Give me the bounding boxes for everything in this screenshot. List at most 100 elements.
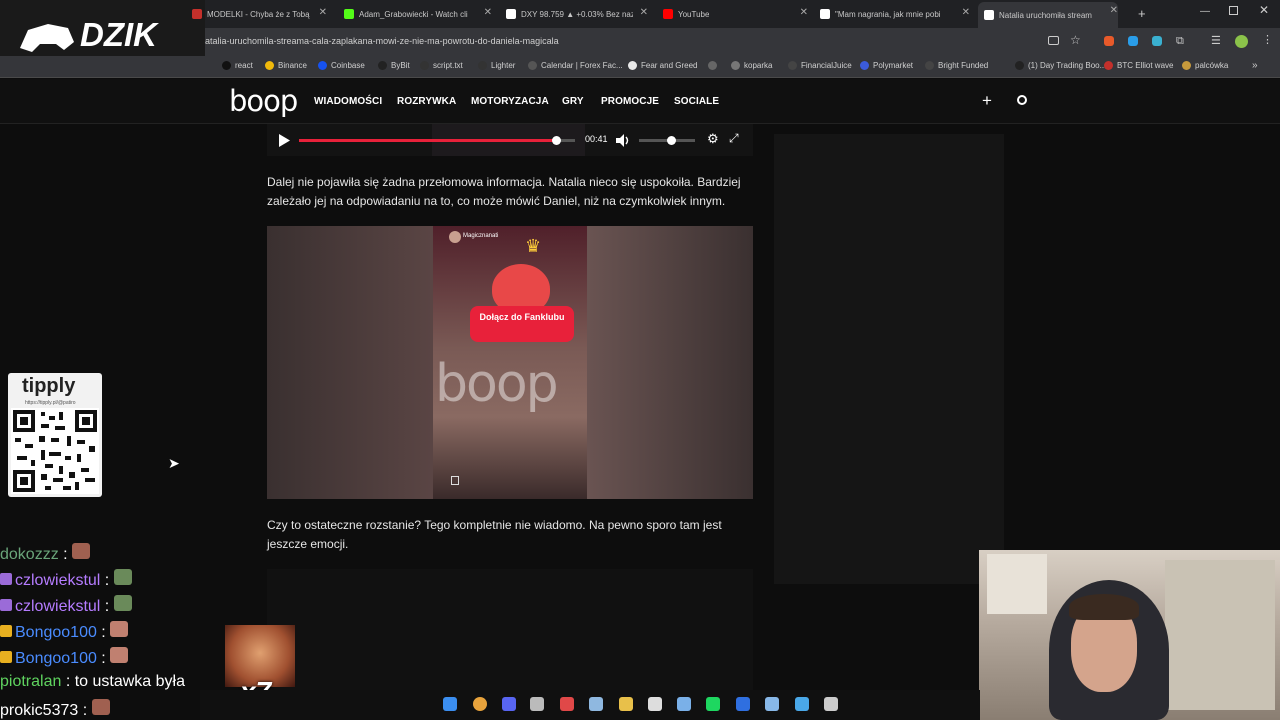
bookmark-item[interactable]: (1) Day Trading Boo... [1015, 61, 1106, 70]
browser-tab[interactable]: DXY 98.759 ▲ +0.03% Bez naz ✕ [506, 4, 648, 24]
settings-gear-icon[interactable]: ⚙ [707, 131, 719, 147]
close-window-icon[interactable]: ✕ [1259, 3, 1269, 17]
bookmark-item[interactable]: Coinbase [318, 61, 365, 70]
minimize-icon[interactable]: — [1200, 6, 1210, 17]
chat-emote [113, 595, 132, 611]
chat-emote [110, 647, 129, 663]
nav-motoryzacja[interactable]: MOTORYZACJA [471, 96, 549, 107]
discord-icon[interactable] [502, 697, 516, 711]
bookmark-item[interactable]: Fear and Greed [628, 61, 697, 70]
chat-username: dokozzz [0, 546, 59, 563]
dzik-overlay: DZIK [0, 0, 205, 56]
bookmark-item[interactable]: Lighter [478, 61, 515, 70]
nav-rozrywka[interactable]: ROZRYWKA [397, 96, 456, 107]
screen: + — ✕ atalia-uruchomila-streama-cala-zap… [0, 0, 1280, 720]
tool-icon[interactable] [677, 697, 691, 711]
nav-sociale[interactable]: SOCIALE [674, 96, 719, 107]
app-icon[interactable] [530, 697, 544, 711]
bookmark-item[interactable]: Bright Funded [925, 61, 988, 70]
site-logo[interactable]: boop [229, 84, 298, 118]
add-icon[interactable]: + [982, 91, 992, 111]
tab-label: "Mam nagrania, jak mnie pobi [835, 9, 941, 19]
install-app-icon[interactable] [1048, 36, 1059, 45]
app2-icon[interactable] [736, 697, 750, 711]
bookmark-item[interactable]: react [222, 61, 253, 70]
bookmark-label: koparka [744, 61, 773, 70]
browser-tab[interactable]: Adam_Grabowiecki - Watch cli ✕ [344, 4, 492, 24]
chat-badge-icon [0, 625, 12, 637]
terminal-icon[interactable] [824, 697, 838, 711]
bookmark-label: (1) Day Trading Boo... [1028, 61, 1107, 70]
tab-close-icon[interactable]: ✕ [640, 7, 648, 18]
tab-close-icon[interactable]: ✕ [484, 7, 492, 18]
fanclub-sticker: Dołącz do Fanklubu [470, 306, 574, 342]
bookmark-label: Calendar | Forex Fac... [541, 61, 623, 70]
bookmark-item[interactable]: Polymarket [860, 61, 913, 70]
nav-wiadomosci[interactable]: WIADOMOŚCI [314, 96, 382, 107]
embedded-video[interactable]: Magicznanati ♛ Dołącz do Fanklubu boop [267, 226, 753, 499]
bookmark-item[interactable]: koparka [731, 61, 772, 70]
photos-icon[interactable] [795, 697, 809, 711]
bookmarks-overflow-icon[interactable]: » [1252, 60, 1258, 71]
bookmark-item[interactable]: script.txt [420, 61, 463, 70]
chat-username: czlowiekstul [15, 572, 101, 589]
spotify-icon[interactable] [706, 697, 720, 711]
video-control-icon[interactable] [451, 476, 459, 485]
nav-promocje[interactable]: PROMOCJE [601, 96, 659, 107]
chat-message: dokozzz : [0, 543, 91, 564]
steam-icon[interactable] [589, 697, 603, 711]
chrome-menu-icon[interactable]: ⋮ [1262, 33, 1273, 46]
play-icon[interactable] [279, 134, 291, 147]
browser-tab[interactable]: MODELKI - Chyba że z Tobą (pr ✕ [192, 4, 327, 24]
browser-tab[interactable]: YouTube ✕ [663, 4, 808, 24]
extension-icon[interactable] [1128, 36, 1138, 46]
fullscreen-icon[interactable]: ⤢ [729, 131, 739, 146]
bookmark-item[interactable]: Binance [265, 61, 307, 70]
folder-icon[interactable] [619, 697, 633, 711]
progress-handle[interactable] [551, 136, 561, 145]
chat-username: Bongoo100 [15, 650, 97, 667]
bookmark-item[interactable]: Calendar | Forex Fac... [528, 61, 623, 70]
bookmark-label: react [235, 61, 253, 70]
video-watermark: boop [435, 354, 559, 414]
reading-list-icon[interactable]: ☰ [1211, 34, 1221, 47]
windows-start-icon[interactable] [443, 697, 457, 711]
tab-close-icon[interactable]: ✕ [800, 7, 808, 18]
bookmark-label: Lighter [491, 61, 516, 70]
bookmark-item[interactable] [708, 61, 721, 70]
bookmark-label: Binance [278, 61, 307, 70]
bookmark-label: FinancialJuice [801, 61, 852, 70]
volume-handle[interactable] [667, 136, 677, 145]
extension-metamask-icon[interactable] [1104, 36, 1114, 46]
new-tab-icon[interactable]: + [1138, 6, 1146, 21]
profile-avatar[interactable] [1235, 35, 1248, 48]
chat-emote [91, 699, 110, 715]
browser-tab[interactable]: "Mam nagrania, jak mnie pobi ✕ [820, 4, 970, 24]
nav-gry[interactable]: GRY [562, 96, 584, 107]
chat-text: to ustawka była [74, 673, 185, 690]
volume-icon[interactable] [616, 134, 630, 147]
extension-icon[interactable] [1152, 36, 1162, 46]
maximize-icon[interactable] [1229, 6, 1238, 15]
bookmark-icon [222, 61, 231, 70]
bookmark-star-icon[interactable]: ☆ [1070, 33, 1081, 47]
tab-close-icon[interactable]: ✕ [319, 7, 327, 18]
search-icon[interactable] [1017, 95, 1027, 105]
notepad-icon[interactable] [765, 697, 779, 711]
bookmark-item[interactable]: palcówka [1182, 61, 1228, 70]
bookmark-item[interactable]: BTC Elliot wave [1104, 61, 1173, 70]
chrome-icon[interactable] [473, 697, 487, 711]
extensions-puzzle-icon[interactable]: ⧉ [1176, 35, 1184, 48]
browser-tab[interactable]: Natalia uruchomiła stream ✕ [978, 2, 1118, 28]
bookmark-icon [925, 61, 934, 70]
tipply-logo: tipply [22, 375, 76, 397]
tab-close-icon[interactable]: ✕ [962, 7, 970, 18]
bookmark-item[interactable]: ByBit [378, 61, 410, 70]
video-player[interactable]: 00:41 ⚙ ⤢ [267, 124, 753, 156]
obs-icon[interactable] [560, 697, 574, 711]
chat-username: Bongoo100 [15, 624, 97, 641]
ccleaner-icon[interactable] [648, 697, 662, 711]
url-text[interactable]: atalia-uruchomila-streama-cala-zaplakana… [205, 36, 559, 46]
tab-close-icon[interactable]: ✕ [1110, 5, 1118, 16]
bookmark-item[interactable]: FinancialJuice [788, 61, 852, 70]
